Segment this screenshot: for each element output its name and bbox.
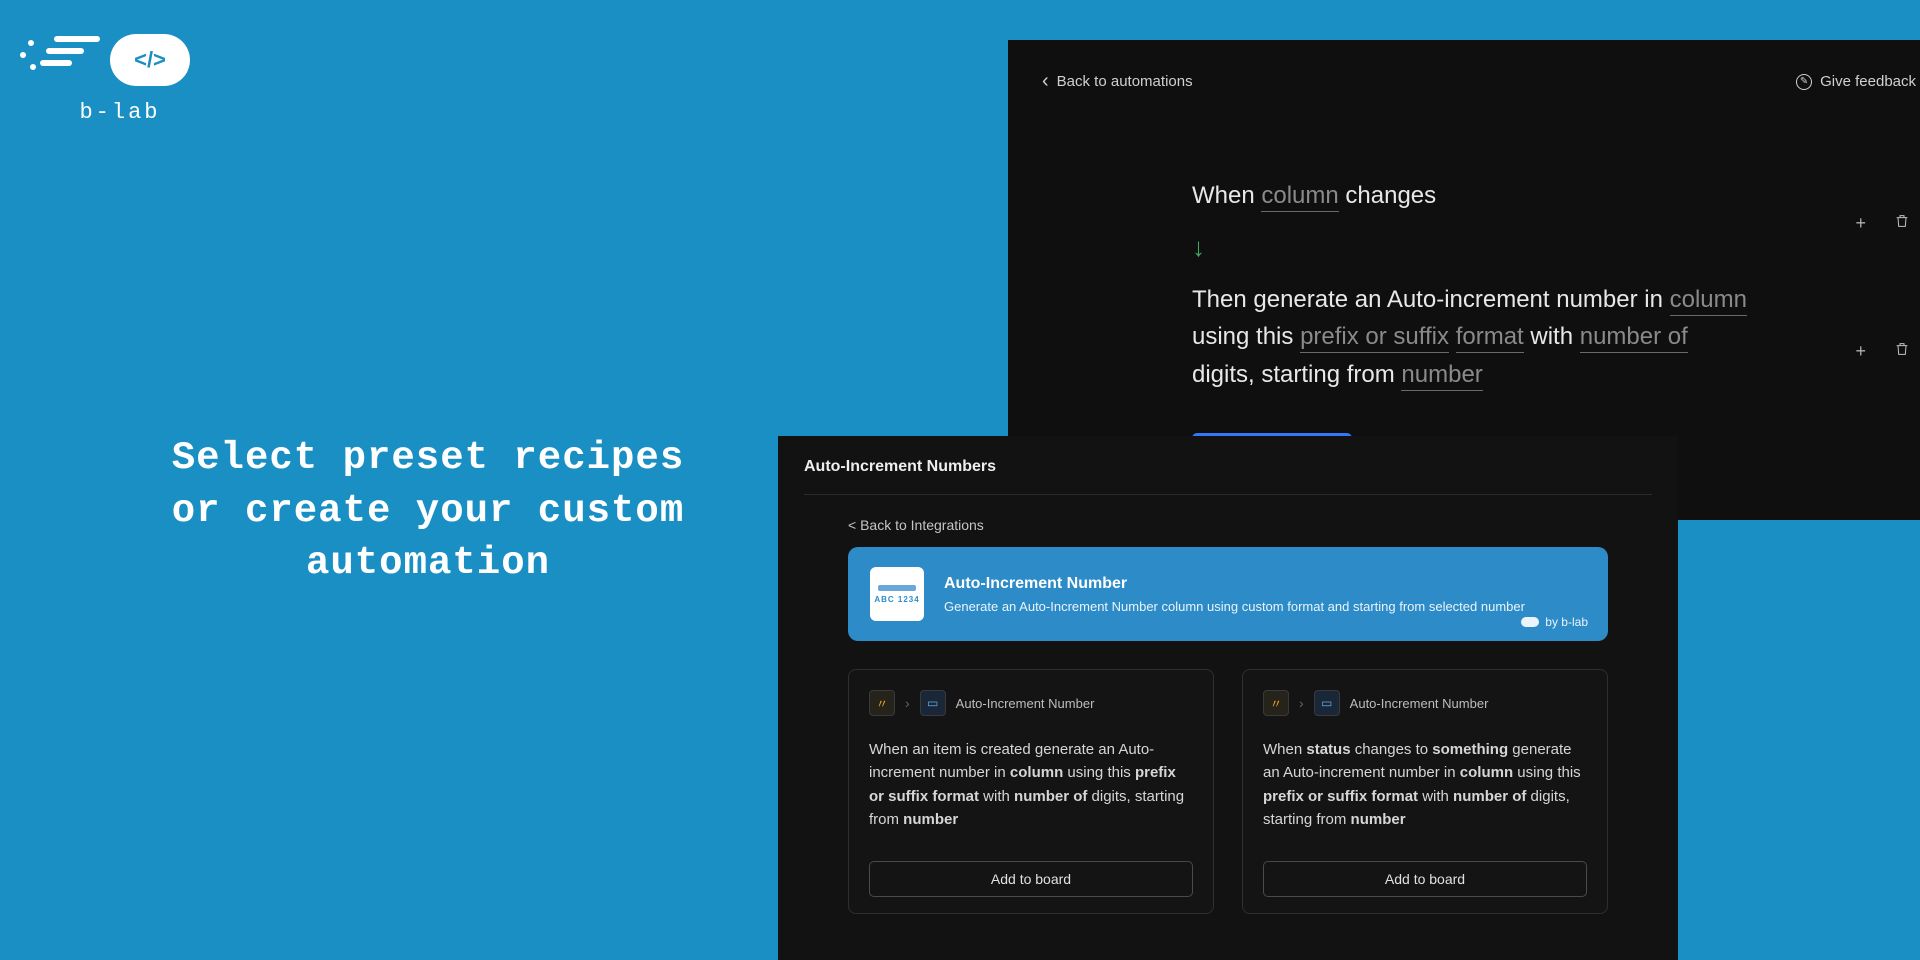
feedback-icon: ✎ <box>1796 74 1812 90</box>
recipe-card: 〃 › ▭ Auto-Increment Number When an item… <box>848 669 1214 914</box>
integration-header-card[interactable]: ABC 1234 Auto-Increment Number Generate … <box>848 547 1608 641</box>
monday-icon: 〃 <box>869 690 895 716</box>
code-icon: </> <box>110 34 190 86</box>
auto-increment-icon: ▭ <box>1314 690 1340 716</box>
delete-trigger-button[interactable] <box>1894 212 1910 235</box>
recipe-card: 〃 › ▭ Auto-Increment Number When status … <box>1242 669 1608 914</box>
integration-header-title: Auto-Increment Number <box>944 575 1525 593</box>
number-placeholder[interactable]: number <box>1401 361 1482 391</box>
number-of-placeholder[interactable]: number of <box>1580 323 1688 353</box>
auto-increment-icon: ▭ <box>920 690 946 716</box>
add-to-board-button[interactable]: Add to board <box>869 861 1193 897</box>
chevron-right-icon: › <box>905 695 910 711</box>
integration-author: by b-lab <box>1521 615 1588 629</box>
author-badge-icon <box>1521 617 1539 627</box>
recipe-card-title: Auto-Increment Number <box>1350 696 1489 711</box>
hero-heading: Select preset recipes or create your cus… <box>138 432 718 590</box>
integrations-title: Auto-Increment Numbers <box>804 458 1652 495</box>
add-to-board-button[interactable]: Add to board <box>1263 861 1587 897</box>
integration-header-subtitle: Generate an Auto-Increment Number column… <box>944 599 1525 614</box>
prefix-suffix-placeholder[interactable]: prefix or suffix <box>1300 323 1449 353</box>
trigger-column-placeholder[interactable]: column <box>1261 182 1338 212</box>
recipe-card-title: Auto-Increment Number <box>956 696 1095 711</box>
brand-logo: </> b-lab <box>50 30 190 125</box>
give-feedback-link[interactable]: ✎ Give feedback <box>1796 73 1916 90</box>
recipe-description: When status changes to something generat… <box>1263 738 1587 831</box>
add-action-button[interactable]: + <box>1855 341 1866 362</box>
chevron-left-icon <box>1042 70 1049 93</box>
integration-icon: ABC 1234 <box>870 567 924 621</box>
add-trigger-button[interactable]: + <box>1855 213 1866 234</box>
back-to-integrations-link[interactable]: < Back to Integrations <box>848 517 1652 533</box>
format-placeholder[interactable]: format <box>1456 323 1524 353</box>
brand-text: b-lab <box>50 100 190 125</box>
action-sentence: Then generate an Auto-increment number i… <box>1192 281 1752 393</box>
back-to-automations-link[interactable]: Back to automations <box>1042 70 1193 93</box>
recipe-description: When an item is created generate an Auto… <box>869 738 1193 831</box>
arrow-down-icon: ↓ <box>1192 232 1752 263</box>
chevron-right-icon: › <box>1299 695 1304 711</box>
delete-action-button[interactable] <box>1894 340 1910 363</box>
monday-icon: 〃 <box>1263 690 1289 716</box>
action-column-placeholder[interactable]: column <box>1670 286 1747 316</box>
trigger-sentence: When column changes <box>1192 177 1752 214</box>
integrations-panel: Auto-Increment Numbers < Back to Integra… <box>778 436 1678 960</box>
